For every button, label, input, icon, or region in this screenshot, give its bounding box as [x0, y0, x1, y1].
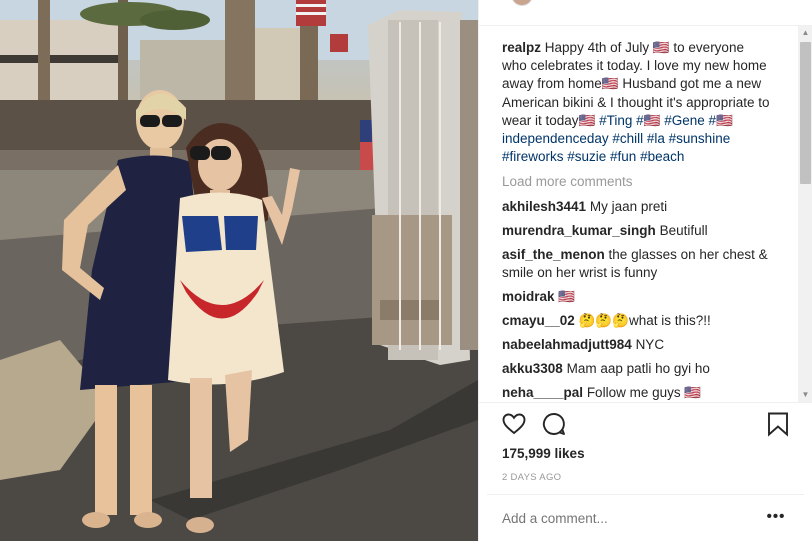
list-item: moidrak 🇺🇸 — [502, 288, 777, 306]
divider — [487, 494, 804, 495]
list-item: asif_the_menon the glasses on her chest … — [502, 246, 777, 282]
comment-username[interactable]: neha____pal — [502, 385, 583, 400]
comment-text: 🇺🇸 — [558, 289, 576, 304]
avatar[interactable] — [511, 0, 533, 6]
list-item: akku3308 Mam aap patli ho gyi ho — [502, 360, 777, 378]
comment-username[interactable]: nabeelahmadjutt984 — [502, 337, 632, 352]
comment-text: Follow me guys 🇺🇸 — [586, 385, 702, 400]
heart-icon[interactable] — [501, 411, 527, 437]
list-item: cmayu__02 🤔🤔🤔what is this?!! — [502, 312, 777, 330]
scrollbar-thumb[interactable] — [800, 42, 811, 184]
load-more-comments-button[interactable]: Load more comments — [502, 174, 633, 189]
scroll-down-arrow-icon[interactable]: ▼ — [798, 388, 812, 402]
list-item: murendra_kumar_singh Beutifull — [502, 222, 777, 240]
comment-username[interactable]: asif_the_menon — [502, 247, 605, 262]
caption-username[interactable]: realpz — [502, 40, 541, 55]
comment-text: My jaan preti — [589, 199, 668, 214]
scroll-up-arrow-icon[interactable]: ▲ — [798, 26, 812, 40]
comments-scrollbar[interactable]: ▲ ▼ — [798, 26, 812, 402]
comment-username[interactable]: murendra_kumar_singh — [502, 223, 656, 238]
comment-username[interactable]: akku3308 — [502, 361, 563, 376]
comment-icon[interactable] — [541, 411, 567, 437]
comment-text: NYC — [635, 337, 665, 352]
list-item: nabeelahmadjutt984 NYC — [502, 336, 777, 354]
comment-text: 🤔🤔🤔what is this?!! — [578, 313, 711, 328]
comment-username[interactable]: moidrak — [502, 289, 555, 304]
post-timestamp[interactable]: 2 DAYS AGO — [502, 472, 561, 483]
photo-illustration — [0, 0, 478, 541]
post-caption: realpz Happy 4th of July 🇺🇸 to everyone … — [502, 39, 770, 166]
post-side-panel: realpz Happy 4th of July 🇺🇸 to everyone … — [478, 0, 812, 541]
comment-username[interactable]: akhilesh3441 — [502, 199, 586, 214]
comments-list[interactable]: realpz Happy 4th of July 🇺🇸 to everyone … — [479, 26, 812, 402]
list-item: akhilesh3441 My jaan preti — [502, 198, 777, 216]
hashtag-group-1[interactable]: #Ting #🇺🇸 — [599, 113, 660, 128]
bookmark-icon[interactable] — [765, 411, 791, 437]
add-comment-input[interactable] — [502, 511, 742, 526]
comment-username[interactable]: cmayu__02 — [502, 313, 575, 328]
comment-text: Mam aap patli ho gyi ho — [566, 361, 710, 376]
more-options-button[interactable]: ••• — [766, 508, 786, 528]
likes-count[interactable]: 175,999 likes — [502, 446, 585, 461]
list-item: neha____pal Follow me guys 🇺🇸 — [502, 384, 777, 402]
post-photo[interactable] — [0, 0, 478, 541]
comment-text: Beutifull — [659, 223, 708, 238]
divider — [479, 402, 812, 403]
